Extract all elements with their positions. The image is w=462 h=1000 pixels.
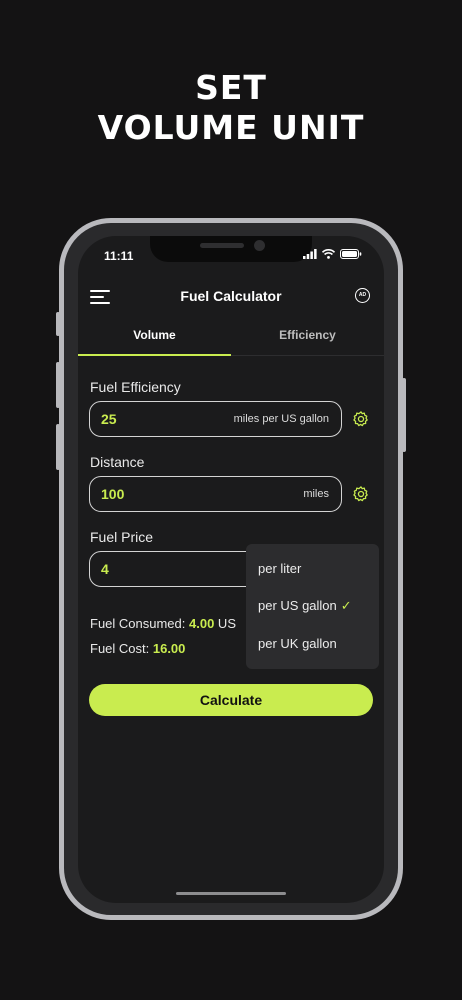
distance-value: 100 xyxy=(101,486,125,502)
distance-label: Distance xyxy=(90,454,145,470)
fuel-cost-value: 16.00 xyxy=(152,641,186,656)
home-indicator xyxy=(176,892,286,895)
calculate-button[interactable]: Calculate xyxy=(89,684,373,716)
promo-headline: SET VOLUME UNIT xyxy=(0,68,462,148)
volume-unit-dropdown: per liter per US gallon ✓ per UK gallon xyxy=(246,544,379,669)
fuel-cost-result: Fuel Cost: 16.00 xyxy=(90,641,185,656)
distance-settings-gear-icon[interactable] xyxy=(352,485,370,503)
status-time: 11:11 xyxy=(104,249,134,263)
dropdown-option-per-us-gallon[interactable]: per US gallon ✓ xyxy=(258,598,352,614)
phone-side-button-volume-up xyxy=(56,362,60,408)
distance-field[interactable]: 100 miles xyxy=(89,476,342,512)
fuel-cost-label: Fuel Cost: xyxy=(90,641,153,656)
headline-line-1: SET xyxy=(195,68,267,107)
headline-line-2: VOLUME UNIT xyxy=(97,108,365,147)
fuel-consumed-result: Fuel Consumed: 4.00 US xyxy=(90,616,236,631)
fuel-consumed-label: Fuel Consumed: xyxy=(90,616,189,631)
fuel-price-value: 4 xyxy=(101,561,109,577)
wifi-icon xyxy=(322,249,335,259)
fuel-consumed-value: 4.00 xyxy=(189,616,215,631)
tab-volume[interactable]: Volume xyxy=(78,322,231,356)
dropdown-option-label: per US gallon xyxy=(258,598,337,613)
remove-ads-icon[interactable]: AD xyxy=(355,288,370,303)
fuel-price-label: Fuel Price xyxy=(90,529,154,545)
fuel-efficiency-settings-gear-icon[interactable] xyxy=(352,410,370,428)
check-icon: ✓ xyxy=(340,598,352,613)
tab-indicator xyxy=(78,354,231,356)
dropdown-option-label: per liter xyxy=(258,561,302,576)
distance-unit: miles xyxy=(303,488,329,500)
dropdown-option-per-liter[interactable]: per liter xyxy=(258,561,301,576)
front-camera xyxy=(254,240,265,251)
phone-side-button-power xyxy=(402,378,406,452)
app-title: Fuel Calculator xyxy=(180,288,282,304)
phone-side-button-silent xyxy=(56,312,60,336)
status-icons xyxy=(303,249,362,259)
battery-icon xyxy=(340,249,362,259)
tab-efficiency[interactable]: Efficiency xyxy=(231,322,384,356)
phone-side-button-volume-down xyxy=(56,424,60,470)
speaker xyxy=(200,243,244,248)
fuel-efficiency-field[interactable]: 25 miles per US gallon xyxy=(89,401,342,437)
tab-bar: Volume Efficiency xyxy=(78,322,384,356)
app-bar: Fuel Calculator AD xyxy=(78,282,384,312)
fuel-consumed-unit: US xyxy=(214,616,236,631)
phone-screen: 11:11 Fuel Calculator AD Volume Efficien… xyxy=(78,236,384,903)
fuel-efficiency-label: Fuel Efficiency xyxy=(90,379,181,395)
notch xyxy=(150,236,312,262)
dropdown-option-per-uk-gallon[interactable]: per UK gallon xyxy=(258,636,337,651)
signal-icon xyxy=(303,249,317,259)
dropdown-option-label: per UK gallon xyxy=(258,636,337,651)
fuel-efficiency-value: 25 xyxy=(101,411,117,427)
fuel-efficiency-unit: miles per US gallon xyxy=(233,413,329,425)
